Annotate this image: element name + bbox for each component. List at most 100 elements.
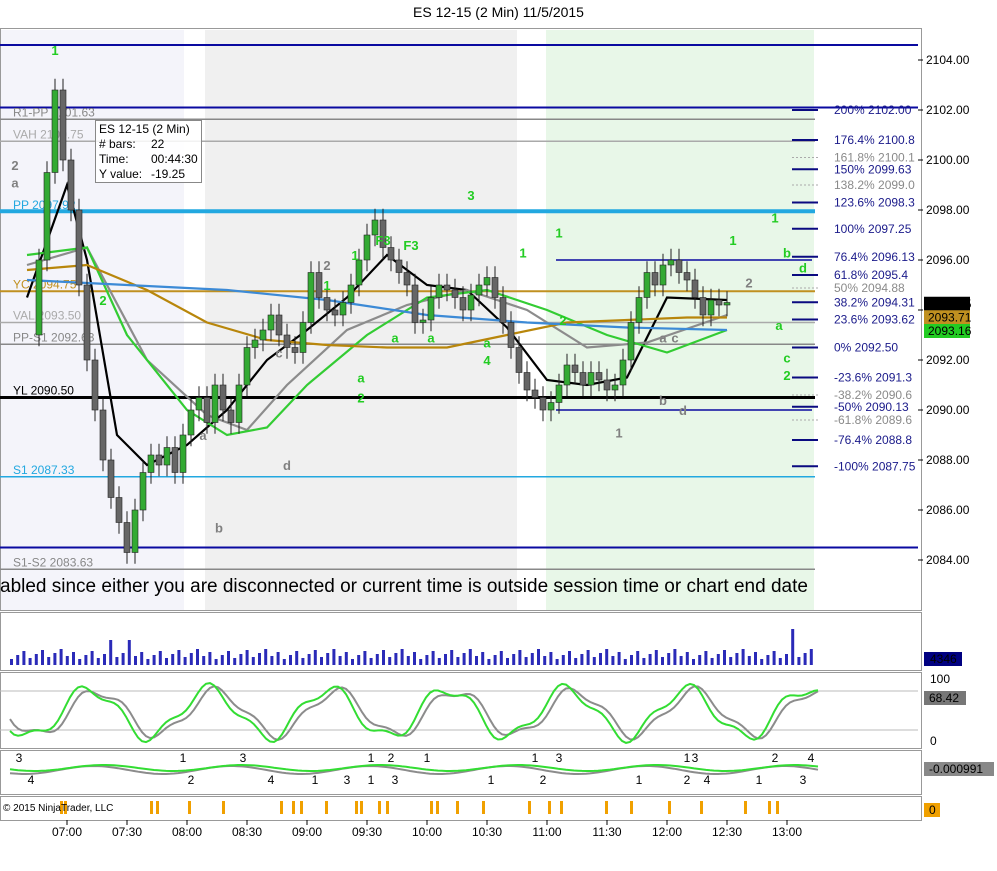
- volume-bar: [778, 658, 782, 665]
- volume-bar: [34, 654, 38, 665]
- volume-bar: [109, 640, 113, 665]
- signal-tick: [360, 801, 363, 814]
- osc-wave-label: 1: [488, 773, 495, 787]
- wave-label: b: [215, 521, 223, 536]
- osc-wave-label: 2: [772, 751, 779, 765]
- candle-body: [195, 397, 203, 411]
- x-tick-label: 08:00: [172, 825, 202, 839]
- candle-body: [355, 259, 363, 286]
- osc-wave-label: 3: [392, 773, 399, 787]
- volume-bar: [413, 652, 416, 665]
- candle-body: [315, 272, 323, 298]
- signal-tick: [700, 801, 703, 814]
- x-tick-label: 11:00: [532, 825, 561, 839]
- time-axis: 07:00 07:30 08:00 08:30 09:00 09:30 10:00 10:30…: [52, 820, 802, 839]
- osc-wave-label: 2: [188, 773, 195, 787]
- volume-bar: [357, 655, 361, 665]
- volume-bar: [96, 658, 100, 665]
- signal-tick: [222, 801, 225, 814]
- copyright: © 2015 NinjaTrader, LLC: [3, 803, 114, 814]
- signal-tick: [630, 801, 633, 814]
- session-shade-green: [546, 30, 814, 610]
- volume-bar: [121, 653, 125, 665]
- volume-bar: [382, 650, 385, 665]
- volume-bar: [512, 654, 516, 665]
- candle-body: [427, 297, 435, 321]
- wave-label: d: [283, 458, 291, 473]
- signal-tick: [188, 801, 191, 814]
- volume-bar: [716, 654, 720, 665]
- volume-badge-label: 4346: [930, 652, 957, 666]
- wave-label: a: [199, 428, 207, 443]
- signal-tick: [776, 801, 779, 814]
- wave-label: 3: [467, 188, 474, 203]
- y-tick-label: 2102.00: [926, 103, 970, 117]
- y-tick-label: 2090.00: [926, 403, 970, 417]
- candle-body: [43, 172, 51, 261]
- wave-label: 1: [615, 426, 622, 441]
- volume-bar: [10, 659, 13, 665]
- signal-tick: [548, 801, 551, 814]
- data-box-key: Y value:: [99, 167, 143, 181]
- candle-body: [107, 459, 115, 498]
- volume-bar: [462, 653, 466, 665]
- volume-bar: [344, 652, 348, 665]
- volume-bar: [369, 658, 373, 665]
- wave-label: d: [799, 261, 807, 276]
- osc-wave-label: 2: [540, 773, 547, 787]
- wave-label: b: [659, 393, 667, 408]
- volume-bar: [394, 653, 398, 665]
- wave-label: 2: [357, 391, 364, 406]
- pivot-level-label: VAL 2093.50: [13, 309, 81, 323]
- volume-bar: [654, 650, 658, 665]
- y-tick-label: 2088.00: [926, 453, 970, 467]
- price-badge-label: 2093.71: [928, 310, 972, 324]
- candle-body: [555, 384, 563, 403]
- volume-bar: [239, 654, 243, 665]
- volume-bar: [630, 655, 633, 665]
- wave-label: c: [275, 346, 282, 361]
- volume-bar: [171, 654, 175, 665]
- signal-tick: [430, 801, 433, 814]
- volume-bar: [363, 651, 367, 665]
- data-box-value: -19.25: [151, 167, 186, 181]
- candle-body: [275, 314, 283, 336]
- volume-bar: [760, 659, 764, 665]
- candle-body: [531, 389, 539, 398]
- volume-bar: [103, 654, 106, 665]
- wave-label: 1: [519, 246, 526, 261]
- fib-level-label: 100% 2097.25: [834, 222, 912, 236]
- volume-bar: [772, 651, 776, 665]
- fib-level-label: -23.6% 2091.3: [834, 371, 912, 385]
- signal-tick: [528, 801, 531, 814]
- candle-body: [491, 277, 499, 298]
- volume-bar: [301, 658, 305, 665]
- volume-bar: [270, 656, 274, 665]
- volume-bar: [258, 653, 261, 665]
- data-box-value: 00:44:30: [151, 152, 198, 166]
- volume-bar: [586, 650, 590, 665]
- osc-wave-label: 3: [16, 751, 23, 765]
- volume-bar: [623, 659, 627, 665]
- volume-bar: [648, 654, 652, 665]
- candle-body: [51, 89, 59, 173]
- wave-label: 1: [771, 211, 778, 226]
- candle-body: [267, 314, 275, 331]
- volume-bar: [208, 652, 212, 665]
- pivot-level-label: YL 2090.50: [13, 384, 74, 398]
- signal-tick: [386, 801, 389, 814]
- volume-bar: [53, 653, 57, 665]
- candle-body: [75, 209, 83, 286]
- volume-bar: [692, 659, 695, 665]
- volume-bar: [561, 655, 565, 665]
- osc-wave-label: 2: [684, 773, 691, 787]
- volume-bar: [636, 651, 640, 665]
- volume-bar: [65, 656, 69, 665]
- x-tick-label: 11:30: [592, 825, 621, 839]
- candle-body: [323, 297, 331, 311]
- volume-bar: [754, 652, 757, 665]
- osc-wave-label: 1: [532, 751, 539, 765]
- x-tick-label: 12:00: [652, 825, 682, 839]
- candle-body: [259, 329, 267, 341]
- candle-body: [707, 299, 715, 316]
